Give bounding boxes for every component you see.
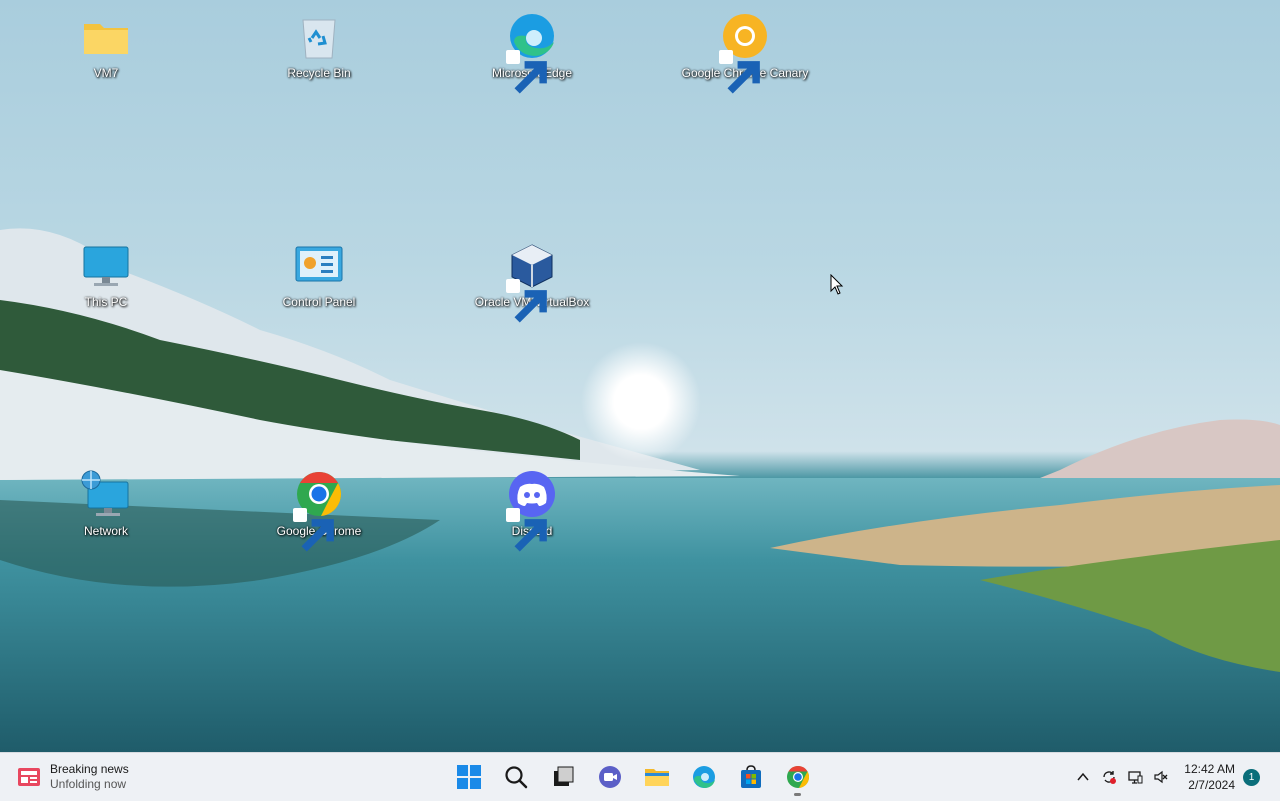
edge-taskbar-button[interactable] [683, 757, 724, 797]
desktop-icon-chrome-canary[interactable]: Google Chrome Canary [680, 6, 810, 96]
desktop-icon-recycle-bin[interactable]: Recycle Bin [254, 6, 384, 96]
desktop-icon-microsoft-edge[interactable]: Microsoft Edge [467, 6, 597, 96]
shortcut-arrow-icon [506, 50, 547, 94]
clock-date: 2/7/2024 [1188, 778, 1235, 792]
clock[interactable]: 12:42 AM 2/7/2024 [1184, 761, 1235, 793]
teams-chat-icon [598, 766, 621, 788]
running-indicator [794, 793, 801, 796]
task-view-icon [553, 766, 573, 786]
file-explorer-button[interactable] [636, 757, 677, 797]
desktop-icon-this-pc[interactable]: This PC [41, 235, 171, 325]
news-widget[interactable]: Breaking news Unfolding now [16, 761, 129, 793]
speaker-muted-icon [1154, 770, 1168, 784]
store-icon [740, 765, 761, 788]
system-tray: 12:42 AM 2/7/2024 1 [1070, 753, 1280, 801]
edge-icon [692, 766, 715, 788]
taskbar: Breaking news Unfolding now 12:42 AM 2/7… [0, 752, 1280, 801]
teams-chat-button[interactable] [589, 757, 630, 797]
store-button[interactable] [730, 757, 771, 797]
news-subtitle: Unfolding now [50, 777, 127, 791]
sync-icon [1103, 771, 1117, 784]
news-icon [18, 768, 40, 786]
desktop-icon-control-panel[interactable]: Control Panel [254, 235, 384, 325]
sound-button[interactable] [1149, 765, 1173, 789]
news-title: Breaking news [50, 762, 129, 776]
desktop[interactable]: VM7 Recycle Bin Microsoft Edge Google Ch… [0, 0, 1280, 752]
shortcut-arrow-icon [293, 508, 334, 552]
chevron-up-icon [1077, 772, 1089, 781]
desktop-icon-network[interactable]: Network [41, 464, 171, 554]
chrome-icon [293, 470, 345, 552]
desktop-icon-virtualbox[interactable]: Oracle VM VirtualBox [467, 235, 597, 325]
show-hidden-icons-button[interactable] [1071, 765, 1095, 789]
shortcut-arrow-icon [719, 50, 760, 94]
shortcut-arrow-icon [506, 279, 547, 323]
edge-icon [506, 12, 558, 94]
recycle-bin-icon [293, 12, 345, 64]
chrome-canary-icon [719, 12, 771, 94]
desktop-icon-discord[interactable]: Discord [467, 464, 597, 554]
shortcut-arrow-icon [506, 508, 547, 552]
desktop-icon-vm7[interactable]: VM7 [41, 6, 171, 96]
task-view-button[interactable] [542, 757, 583, 797]
virtualbox-icon [506, 241, 558, 323]
taskbar-apps [448, 757, 818, 797]
chrome-taskbar-button[interactable] [777, 757, 818, 797]
search-icon [504, 766, 527, 789]
file-explorer-icon [644, 769, 669, 786]
notification-badge[interactable]: 1 [1243, 768, 1260, 786]
display-button[interactable] [1123, 765, 1147, 789]
discord-icon [506, 470, 558, 552]
monitor-icon [80, 241, 132, 293]
start-button[interactable] [448, 757, 489, 797]
mouse-cursor-icon [830, 274, 844, 295]
display-icon [1128, 771, 1143, 784]
control-panel-icon [293, 241, 345, 293]
start-icon [456, 765, 481, 789]
search-button[interactable] [495, 757, 536, 797]
wallpaper [0, 228, 1280, 752]
network-icon [80, 470, 132, 522]
chrome-icon [786, 766, 809, 788]
folder-icon [80, 12, 132, 64]
sync-status-button[interactable] [1097, 765, 1121, 789]
clock-time: 12:42 AM [1184, 762, 1235, 776]
desktop-icon-google-chrome[interactable]: Google Chrome [254, 464, 384, 554]
